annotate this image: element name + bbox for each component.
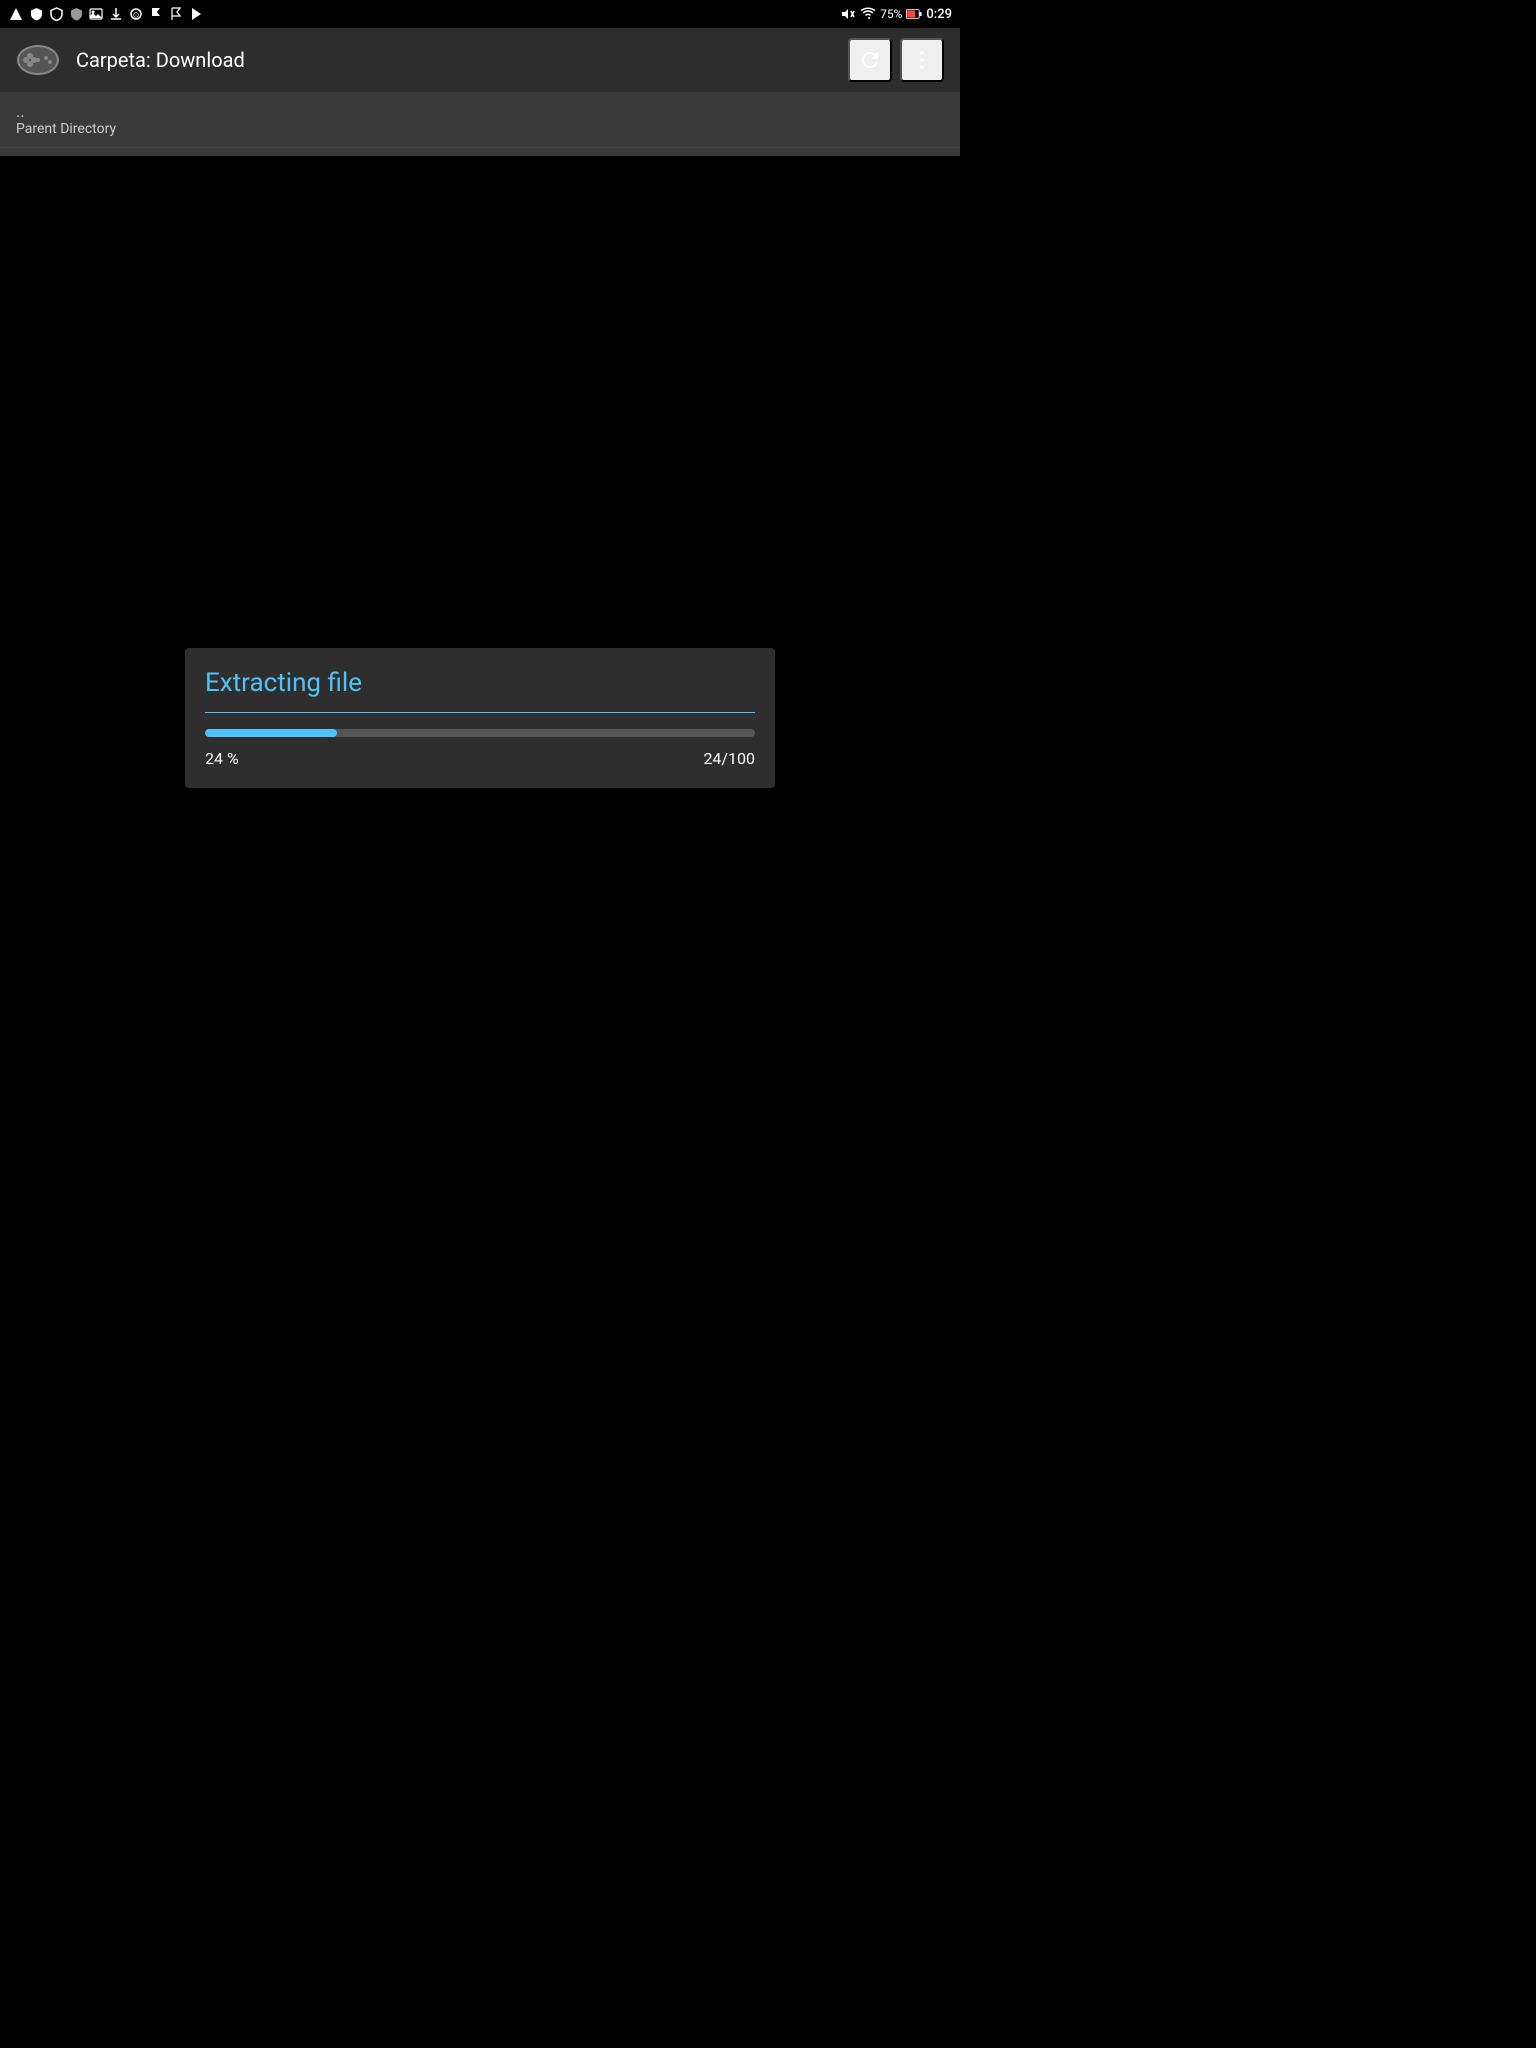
app-title: Carpeta: Download — [76, 48, 832, 72]
progress-bar-fill — [205, 729, 337, 737]
dialog-divider — [205, 712, 755, 713]
flag-icon — [148, 6, 164, 22]
image-icon — [88, 6, 104, 22]
extract-dialog: Extracting file 24 % 24/100 — [185, 648, 775, 788]
toolbar-actions — [848, 38, 944, 82]
play-icon — [188, 6, 204, 22]
flag2-icon — [168, 6, 184, 22]
svg-text:⊙: ⊙ — [133, 11, 140, 20]
status-bar-left: ⊙ — [8, 6, 204, 22]
mute-icon — [840, 6, 856, 22]
parent-label: Parent Directory — [16, 121, 944, 137]
progress-bar-container — [205, 729, 755, 737]
main-content: Extracting file 24 % 24/100 — [0, 156, 960, 1280]
wifi-icon — [860, 6, 876, 22]
parent-dots: .. — [16, 102, 944, 121]
more-options-button[interactable] — [900, 38, 944, 82]
shield3-icon — [68, 6, 84, 22]
app-icon — [16, 38, 60, 82]
status-bar: ⊙ 75% 0:29 — [0, 0, 960, 28]
parent-directory-item[interactable]: .. Parent Directory — [0, 92, 960, 148]
shield-icon — [28, 6, 44, 22]
status-bar-right: 75% 0:29 — [840, 6, 952, 22]
dialog-title: Extracting file — [205, 668, 755, 698]
progress-labels: 24 % 24/100 — [205, 749, 755, 768]
app-bar: Carpeta: Download — [0, 28, 960, 92]
refresh-button[interactable] — [848, 38, 892, 82]
battery-icon — [906, 6, 922, 22]
download-icon — [108, 6, 124, 22]
shield2-icon — [48, 6, 64, 22]
battery-percent: 75% — [880, 7, 902, 21]
circle-icon: ⊙ — [128, 6, 144, 22]
progress-count: 24/100 — [703, 749, 755, 768]
time-display: 0:29 — [926, 7, 952, 22]
triangle-icon — [8, 6, 24, 22]
progress-percent: 24 % — [205, 749, 239, 768]
